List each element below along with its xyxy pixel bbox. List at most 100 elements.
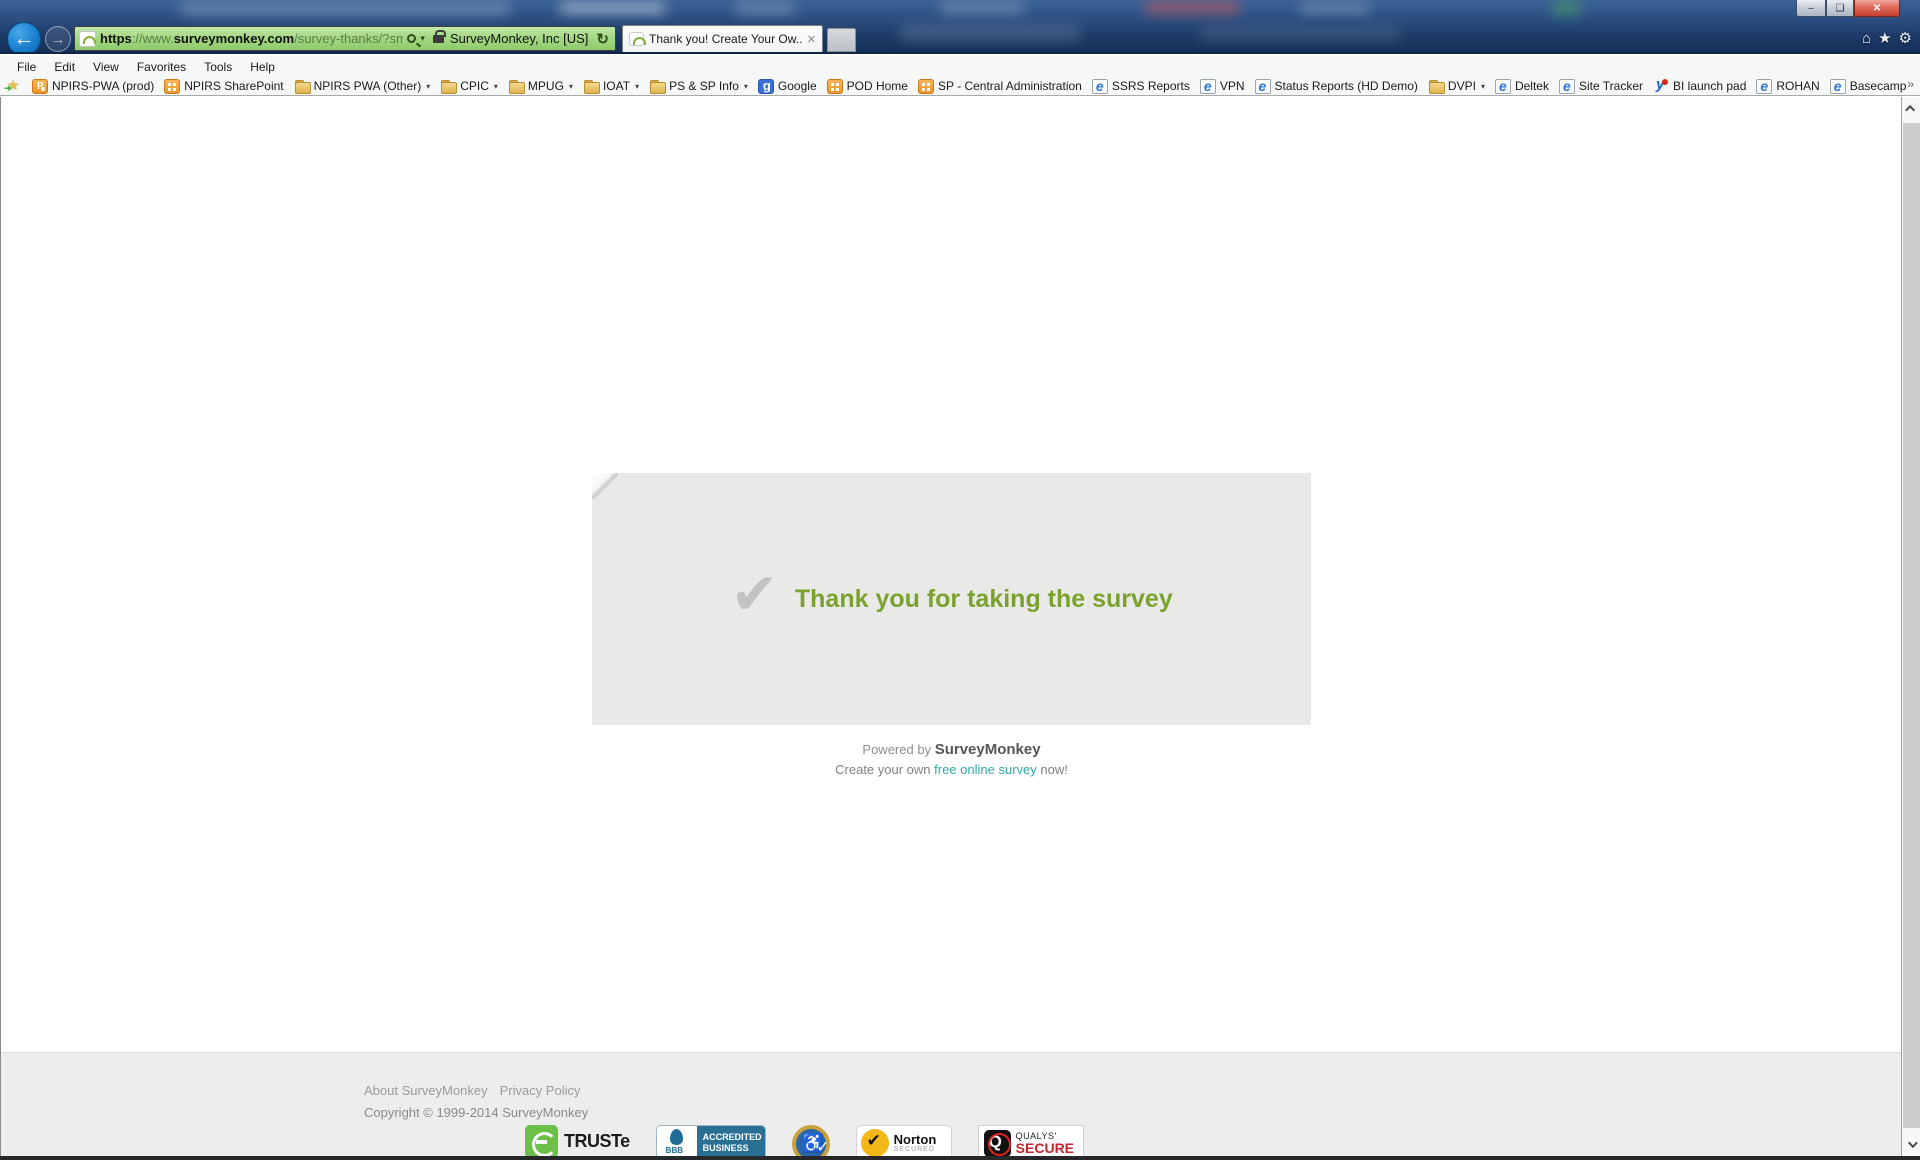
glass-blur-decoration — [1145, 1, 1240, 14]
menu-item-edit[interactable]: Edit — [45, 58, 84, 76]
favorites-item-label: NPIRS PWA (Other) — [314, 79, 422, 93]
favorites-item-label: Site Tracker — [1579, 79, 1643, 93]
folder-dropdown-icon: ▾ — [426, 82, 430, 91]
folder-icon — [649, 80, 665, 95]
search-icon[interactable] — [407, 34, 416, 43]
menu-item-view[interactable]: View — [84, 58, 128, 76]
scroll-up-button[interactable] — [1903, 97, 1920, 120]
favorites-item[interactable]: NPIRS PWA (Other) ▾ — [290, 79, 437, 94]
command-bar: ⌂ ★ ⚙ — [1862, 31, 1912, 47]
favorites-item[interactable]: NPIRS SharePoint — [160, 79, 289, 94]
sharepoint-icon — [827, 79, 843, 94]
vertical-scrollbar[interactable] — [1901, 97, 1920, 1160]
folder-icon — [508, 80, 524, 95]
sharepoint-icon — [164, 79, 180, 94]
forward-button[interactable]: → — [45, 26, 71, 52]
favorites-item[interactable]: MPUG▾ — [504, 79, 579, 94]
norton-sublabel: SECURED — [894, 1146, 937, 1153]
footer-link-privacy-policy[interactable]: Privacy Policy — [500, 1083, 581, 1098]
favorites-item[interactable]: DVPI▾ — [1424, 79, 1491, 94]
ie-icon — [1200, 79, 1216, 94]
truste-badge[interactable]: TRUSTe — [525, 1125, 630, 1158]
free-online-survey-link[interactable]: free online survey — [934, 762, 1037, 777]
tab-favicon-icon — [629, 32, 644, 46]
qualys-secure-badge[interactable]: QUALYS' SECURE — [978, 1125, 1084, 1160]
surveymonkey-brand: SurveyMonkey — [935, 741, 1041, 758]
trust-badges: TRUSTe ACCREDITED BUSINESS Norton SECURE… — [525, 1125, 1084, 1160]
favorites-bar: NPIRS-PWA (prod)NPIRS SharePointNPIRS PW… — [0, 77, 1920, 96]
favorites-item-label: SSRS Reports — [1112, 79, 1190, 93]
menu-bar: FileEditViewFavoritesToolsHelp — [0, 56, 1920, 77]
ie-icon — [1830, 79, 1846, 94]
minimize-button[interactable]: – — [1796, 0, 1826, 17]
browser-tab[interactable]: Thank you! Create Your Ow... ✕ — [622, 25, 823, 52]
footer-links: About SurveyMonkey Privacy Policy — [364, 1083, 581, 1098]
favorites-item[interactable]: Deltek — [1491, 79, 1555, 94]
favorites-item[interactable]: POD Home — [823, 79, 914, 94]
favorites-item[interactable]: NPIRS-PWA (prod) — [28, 79, 160, 94]
favorites-item[interactable]: Status Reports (HD Demo) — [1251, 79, 1424, 94]
favorites-overflow-chevron-icon[interactable]: » — [1907, 77, 1914, 91]
accessibility-badge[interactable] — [792, 1125, 830, 1160]
favorites-item[interactable]: SP - Central Administration — [914, 79, 1088, 94]
menu-item-file[interactable]: File — [8, 58, 45, 76]
tools-gear-icon[interactable]: ⚙ — [1899, 31, 1912, 47]
create-survey-line: Create your own free online survey now! — [1, 762, 1902, 777]
favorites-item[interactable]: VPN — [1196, 79, 1251, 94]
ssl-lock-icon[interactable] — [433, 35, 444, 43]
address-bar[interactable]: https://www.surveymonkey.com/survey-than… — [74, 26, 616, 51]
back-button[interactable]: ← — [7, 22, 41, 54]
favorites-item[interactable]: CPIC ▾ — [436, 79, 504, 94]
folder-dropdown-icon: ▾ — [494, 82, 498, 91]
window-controls: – ❏ ✕ — [1796, 0, 1900, 17]
powered-by-line: Powered by SurveyMonkey — [1, 741, 1902, 758]
favorites-item[interactable]: IOAT▾ — [579, 79, 645, 94]
page-content: ✔ Thank you for taking the survey Powere… — [0, 97, 1901, 1160]
ssl-certificate-label[interactable]: SurveyMonkey, Inc [US] — [448, 31, 590, 46]
scrollbar-thumb[interactable] — [1903, 123, 1920, 1128]
norton-secured-badge[interactable]: Norton SECURED — [856, 1125, 952, 1160]
tab-close-icon[interactable]: ✕ — [807, 33, 816, 46]
scroll-down-icon — [1908, 1138, 1918, 1148]
favorites-item[interactable]: Site Tracker — [1555, 79, 1649, 94]
site-favicon — [79, 31, 96, 47]
bbb-line1: ACCREDITED — [703, 1132, 765, 1143]
ie-icon — [1559, 79, 1575, 94]
address-dropdown-icon[interactable]: ▾ — [420, 33, 425, 44]
favorites-star-icon[interactable]: ★ — [1878, 31, 1891, 47]
favorites-item[interactable]: Google — [754, 79, 823, 94]
create-line-after: now! — [1037, 762, 1068, 777]
favorites-item[interactable]: ROHAN — [1752, 79, 1825, 94]
menu-item-tools[interactable]: Tools — [195, 58, 241, 76]
close-button[interactable]: ✕ — [1854, 0, 1900, 17]
taskbar-edge — [0, 1156, 1920, 1160]
favorites-item-label: SP - Central Administration — [938, 79, 1082, 93]
favorites-item[interactable]: PS & SP Info▾ — [645, 79, 754, 94]
folder-icon — [294, 80, 310, 95]
sharepoint-icon — [918, 79, 934, 94]
refresh-icon[interactable]: ↻ — [594, 30, 611, 48]
new-tab-button[interactable] — [827, 28, 856, 52]
ie-icon — [1495, 79, 1511, 94]
bbb-accredited-badge[interactable]: ACCREDITED BUSINESS — [656, 1125, 766, 1160]
project-icon — [32, 79, 48, 94]
truste-label: TRUSTe — [564, 1131, 630, 1152]
glass-blur-decoration — [1200, 26, 1400, 42]
menu-item-favorites[interactable]: Favorites — [128, 58, 195, 76]
favorites-item[interactable]: BI launch pad — [1649, 79, 1752, 94]
menu-item-help[interactable]: Help — [241, 58, 284, 76]
favorites-item[interactable]: Basecamp — [1826, 79, 1913, 94]
add-favorite-icon[interactable] — [6, 79, 22, 94]
favorites-item-label: CPIC — [460, 79, 489, 93]
glass-blur-decoration — [735, 3, 795, 14]
norton-check-icon — [861, 1129, 889, 1157]
create-line-before: Create your own — [835, 762, 934, 777]
home-icon[interactable]: ⌂ — [1862, 31, 1871, 47]
restore-button[interactable]: ❏ — [1826, 0, 1854, 17]
favorites-item[interactable]: SSRS Reports — [1088, 79, 1196, 94]
folder-dropdown-icon: ▾ — [744, 82, 748, 91]
footer-link-about-surveymonkey[interactable]: About SurveyMonkey — [364, 1083, 488, 1098]
bbb-torch-icon — [657, 1126, 697, 1160]
url-text[interactable]: https://www.surveymonkey.com/survey-than… — [100, 31, 403, 46]
scroll-down-button[interactable] — [1903, 1133, 1920, 1156]
